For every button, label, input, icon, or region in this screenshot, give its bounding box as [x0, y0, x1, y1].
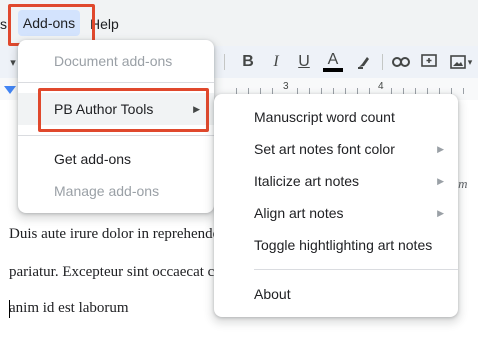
- menu-item-about[interactable]: About: [214, 278, 458, 310]
- menu-item-set-art-notes-font-color[interactable]: Set art notes font color ▶: [214, 133, 458, 165]
- menu-item-align-art-notes[interactable]: Align art notes ▶: [214, 197, 458, 229]
- highlight-icon[interactable]: [353, 50, 375, 74]
- menu-item-italicize-art-notes[interactable]: Italicize art notes ▶: [214, 165, 458, 197]
- menu-item-document-addons: Document add-ons: [54, 53, 173, 69]
- toolbar-separator: [382, 54, 383, 70]
- submenu-arrow-icon: ▶: [437, 143, 444, 154]
- submenu-arrow-icon: ▶: [437, 207, 444, 218]
- italic-icon[interactable]: I: [266, 50, 286, 74]
- menu-item-toggle-highlighting[interactable]: Toggle hightlighting art notes: [214, 229, 458, 261]
- comment-icon[interactable]: [418, 50, 440, 74]
- document-line: anim id est laborum: [9, 300, 129, 316]
- text-color-icon[interactable]: A: [321, 50, 345, 74]
- menu-item-partial[interactable]: s: [0, 16, 7, 32]
- text-color-swatch: [323, 68, 343, 72]
- menu-item-manuscript-word-count[interactable]: Manuscript word count: [214, 101, 458, 133]
- menu-item-manage-addons: Manage add-ons: [54, 183, 160, 199]
- link-icon[interactable]: [390, 50, 412, 74]
- underline-icon[interactable]: U: [294, 50, 314, 74]
- bold-icon[interactable]: B: [238, 50, 258, 74]
- ruler-number: 3: [283, 81, 289, 92]
- pb-author-tools-highlight-box: [38, 88, 209, 132]
- menu-separator: [18, 135, 214, 136]
- menu-separator: [18, 82, 214, 83]
- menu-item-get-addons[interactable]: Get add-ons: [18, 143, 214, 175]
- ruler-indent-marker[interactable]: [4, 86, 16, 94]
- ruler-number: 4: [378, 81, 384, 92]
- text-cursor: [9, 300, 10, 318]
- pb-author-tools-submenu: Manuscript word count Set art notes font…: [214, 94, 458, 317]
- toolbar-separator: [224, 54, 225, 70]
- submenu-arrow-icon: ▶: [437, 175, 444, 186]
- menu-separator: [254, 269, 458, 270]
- image-icon[interactable]: ▾: [446, 50, 476, 74]
